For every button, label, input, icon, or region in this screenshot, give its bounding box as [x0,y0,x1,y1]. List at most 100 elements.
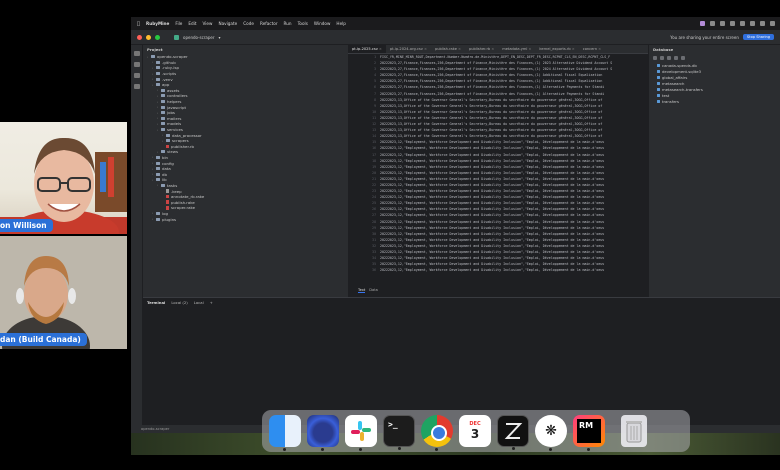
menu-file[interactable]: File [175,21,182,26]
status-path[interactable]: opendo-scraper [141,427,169,431]
status-icon[interactable] [740,21,745,26]
close-icon[interactable]: × [572,47,575,51]
close-window-button[interactable] [137,34,142,40]
folder-icon [161,94,165,98]
editor-tab[interactable]: metadata.yml × [498,45,535,53]
menu-window[interactable]: Window [314,21,331,26]
menubar-app-name[interactable]: RubyMine [146,21,169,26]
chevron-right-icon: › [157,127,159,132]
menu-help[interactable]: Help [336,21,346,26]
chevron-right-icon: › [157,121,159,126]
calendar-icon[interactable]: DEC 3 [459,415,491,447]
refresh-icon[interactable] [660,56,664,60]
project-panel-title[interactable]: Project [143,45,348,54]
menu-edit[interactable]: Edit [188,21,196,26]
editor-tab[interactable]: pt-ip-2024-org.csv × [386,45,431,53]
view-tab-text[interactable]: Text [358,288,366,293]
chrome-icon[interactable] [421,415,453,451]
add-icon[interactable] [653,56,657,60]
table-icon[interactable] [681,56,685,60]
tree-item-label: jobs [167,110,175,116]
folder-icon [161,150,165,154]
folder-icon [156,161,160,165]
chevron-right-icon: › [152,211,154,216]
editor-view-tabs: Text Data [348,286,648,294]
editor-tab[interactable]: publisher.rb × [465,45,498,53]
terminal-title[interactable]: Terminal [147,300,165,305]
editor-tab[interactable]: publish.rake × [431,45,465,53]
apple-icon[interactable]:  [137,21,140,27]
terminal-icon[interactable]: >_ [383,415,415,450]
chevron-right-icon: › [157,105,159,110]
tree-item-label: models [167,121,182,127]
add-tab-icon[interactable]: + [210,300,213,305]
more-icon[interactable] [133,84,140,89]
tree-item-label: .ruby-lsp [162,65,179,71]
close-icon[interactable]: × [528,47,531,51]
screen-share-icon[interactable] [700,21,705,26]
menu-tools[interactable]: Tools [298,21,308,26]
folder-icon [156,178,160,182]
chevron-right-icon: › [147,54,149,59]
code-area[interactable]: FISC_YR,MINE_MINR_ROUT,Department-Number… [380,54,648,284]
finder-icon[interactable] [269,415,301,451]
folder-icon [156,66,160,70]
status-icon[interactable] [710,21,715,26]
console-icon[interactable] [674,56,678,60]
rubymine-icon[interactable]: RM [573,415,605,451]
share-status-text: You are sharing your entire screen [670,34,739,40]
close-icon[interactable]: × [458,47,461,51]
database-item[interactable]: transfers [649,98,780,104]
database-item-label: transfers [662,98,679,104]
tree-item[interactable]: › plugins [143,216,348,222]
battery-icon[interactable] [750,21,755,26]
chevron-right-icon: › [157,183,159,188]
chevron-right-icon: › [152,65,154,70]
control-center-icon[interactable] [770,21,775,26]
tree-item-label: tasks [167,182,178,188]
project-switcher[interactable]: opendo-scraper [183,35,215,40]
chevron-right-icon: › [152,82,154,87]
wifi-icon[interactable] [760,21,765,26]
status-icon[interactable] [720,21,725,26]
folder-icon[interactable] [133,51,140,56]
structure-icon[interactable] [133,73,140,78]
database-panel-title[interactable]: Database [649,45,780,54]
code-line[interactable]: 20222023,12,"Employment, Workforce Devel… [380,267,648,273]
menu-code[interactable]: Code [243,21,254,26]
terminal-tab[interactable]: Local (2) [171,300,187,305]
editor-tab[interactable]: kernel_exports.rb × [535,45,578,53]
calendar-day: 3 [470,427,480,441]
menu-view[interactable]: View [203,21,213,26]
close-icon[interactable]: × [598,47,601,51]
project-tree: › opendo-scraper › .github › .ruby-lsp › .scrip… [143,54,348,222]
minimize-window-button[interactable] [146,34,151,40]
menu-run[interactable]: Run [284,21,292,26]
filter-icon[interactable] [667,56,671,60]
database-icon [657,99,660,103]
status-icon[interactable] [730,21,735,26]
zed-icon[interactable] [497,415,529,450]
commit-icon[interactable] [133,62,140,67]
editor-tab-label: publisher.rb [468,47,491,51]
close-icon[interactable]: × [379,47,382,51]
close-icon[interactable]: × [491,47,494,51]
chatgpt-icon[interactable]: ❋ [535,415,567,451]
zoom-window-button[interactable] [155,34,160,40]
menu-refactor[interactable]: Refactor [260,21,278,26]
menubar-menus: File Edit View Navigate Code Refactor Run Tools… [175,21,346,26]
menu-navigate[interactable]: Navigate [218,21,237,26]
firefox-icon[interactable] [307,415,339,451]
terminal-tab[interactable]: Local [194,300,204,305]
editor-tab[interactable]: pt-ip-2025.csv × [348,45,386,53]
line-number: 36 [372,268,376,273]
folder-icon [156,77,160,81]
slack-icon[interactable] [345,415,377,451]
view-tab-data[interactable]: Data [369,288,378,292]
chevron-right-icon: › [157,88,159,93]
trash-icon[interactable] [621,415,647,447]
stop-sharing-button[interactable]: Stop Sharing [742,34,774,40]
chevron-right-icon: › [157,93,159,98]
close-icon[interactable]: × [424,47,427,51]
editor-tab[interactable]: concern × [579,45,605,53]
